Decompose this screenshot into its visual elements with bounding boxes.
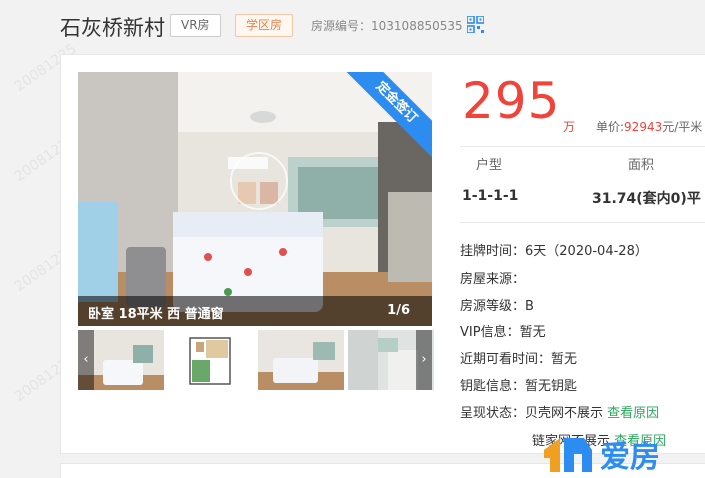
info-row-vip: VIP信息：暂无 xyxy=(460,321,546,340)
house-logo-icon xyxy=(544,438,592,472)
info-row-viewing-time: 近期可看时间：暂无 xyxy=(460,348,577,367)
unit-price-label: 单价: xyxy=(596,120,625,134)
divider xyxy=(460,146,705,147)
school-district-tag[interactable]: 学区房 xyxy=(235,14,294,37)
info-label: 呈现状态： xyxy=(460,406,526,421)
qr-code-icon[interactable] xyxy=(467,16,484,33)
layout-label: 户型 xyxy=(476,158,503,173)
thumb-next-button[interactable]: › xyxy=(416,330,432,390)
info-row-grade: 房源等级：B xyxy=(460,295,534,314)
photo-caption: 卧室 18平米 西 普通窗 xyxy=(88,307,224,322)
info-row-status-beike: 呈现状态：贝壳网不展示 查看原因 xyxy=(460,402,659,421)
floorplan-thumb-image xyxy=(168,330,254,390)
unit-price-suffix: 元/平米 xyxy=(662,120,703,134)
info-label: 挂牌时间： xyxy=(460,244,526,259)
thumbnail-strip: ‹ › xyxy=(78,330,434,390)
room-thumb-image xyxy=(258,330,344,390)
vr-play-icon[interactable] xyxy=(230,152,288,210)
thumbnail[interactable] xyxy=(168,330,254,390)
info-value: 6天（2020-04-28） xyxy=(525,244,648,259)
listing-id-label: 房源编号： xyxy=(311,19,372,33)
total-price-unit: 万 xyxy=(563,120,576,134)
logo-text: 爱房 xyxy=(600,440,660,475)
info-row-listing-time: 挂牌时间：6天（2020-04-28） xyxy=(460,240,648,259)
info-label: 房屋来源： xyxy=(460,272,526,287)
info-row-key: 钥匙信息：暂无钥匙 xyxy=(460,375,577,394)
unit-price-value: 92943 xyxy=(624,120,663,134)
unit-price: 单价:92943元/平米 xyxy=(596,118,702,135)
layout-value: 1-1-1-1 xyxy=(462,188,519,204)
main-photo[interactable]: 定金签订 卧室 18平米 西 普通窗 1/6 xyxy=(78,72,432,326)
info-label: 钥匙信息： xyxy=(460,379,526,394)
listing-id-value: 103108850535 xyxy=(371,19,463,33)
info-label: VIP信息： xyxy=(460,325,520,340)
divider xyxy=(460,222,705,223)
aifang-logo: 爱房 xyxy=(540,432,705,478)
vr-tag[interactable]: VR房 xyxy=(170,14,221,37)
header: 石灰桥新村 VR房 学区房 房源编号：103108850535 xyxy=(0,0,705,54)
info-value: 暂无钥匙 xyxy=(525,379,578,394)
page-title: 石灰桥新村 xyxy=(60,16,165,40)
view-reason-link[interactable]: 查看原因 xyxy=(607,406,659,421)
info-value: 暂无 xyxy=(519,325,546,340)
photo-caption-bar: 卧室 18平米 西 普通窗 1/6 xyxy=(78,296,432,326)
thumb-prev-button[interactable]: ‹ xyxy=(78,330,94,390)
info-label: 房源等级： xyxy=(460,299,526,314)
photo-counter: 1/6 xyxy=(387,303,410,318)
area-label: 面积 xyxy=(628,158,655,173)
info-label: 近期可看时间： xyxy=(460,352,552,367)
area-value: 31.74(套内0)平 xyxy=(592,191,701,207)
listing-id: 房源编号：103108850535 xyxy=(311,17,463,34)
thumbnail[interactable] xyxy=(258,330,344,390)
info-row-source: 房屋来源： xyxy=(460,268,525,287)
info-value: 暂无 xyxy=(551,352,578,367)
info-value: B xyxy=(525,299,534,314)
info-value: 贝壳网不展示 xyxy=(525,406,604,421)
total-price: 295 xyxy=(462,72,561,130)
